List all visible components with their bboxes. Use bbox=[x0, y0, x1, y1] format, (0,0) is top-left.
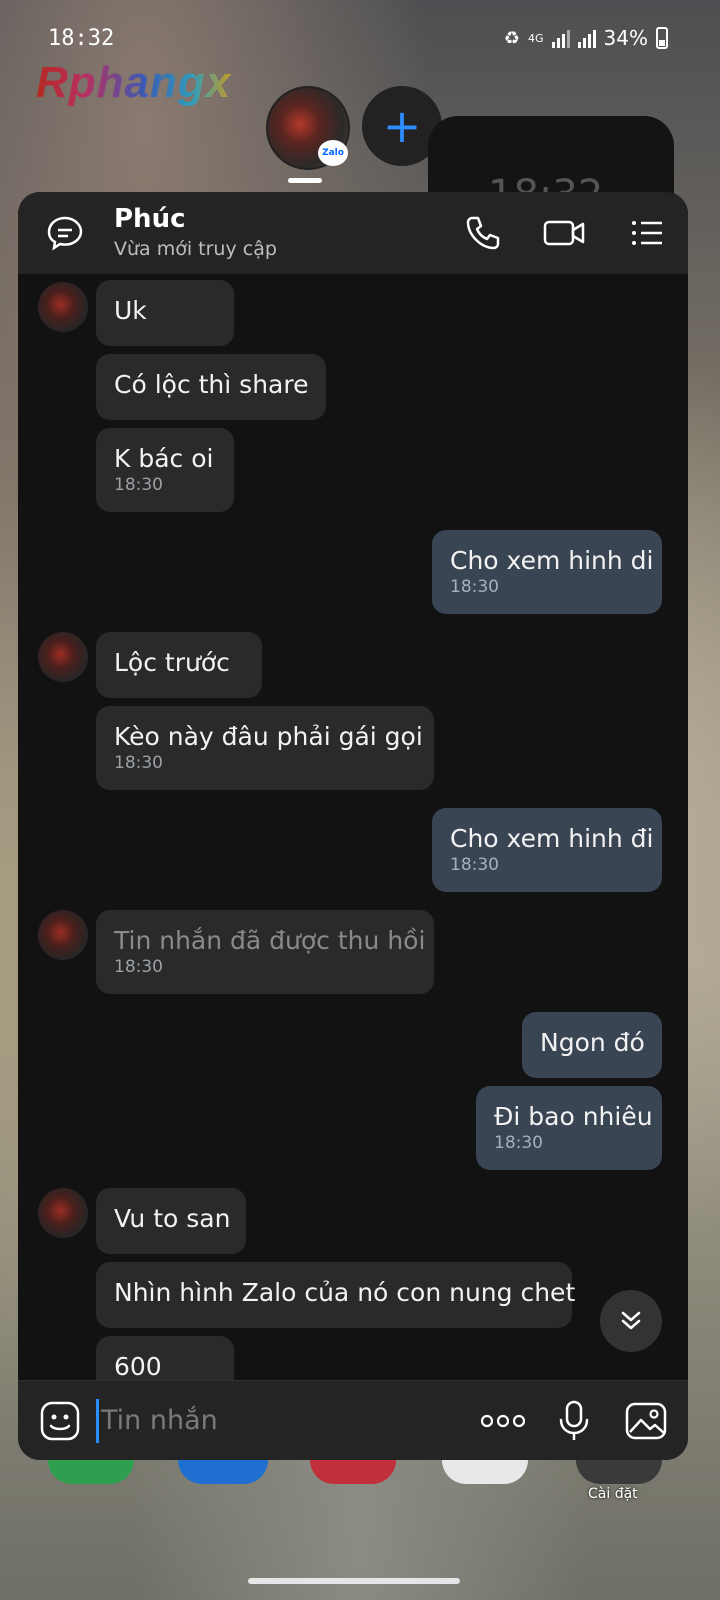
dock-app-peek-2 bbox=[178, 1460, 268, 1484]
message-input-bar: Tin nhắn bbox=[18, 1380, 688, 1460]
message-bubble[interactable]: K bác oi 18:30 bbox=[96, 428, 234, 512]
menu-list-icon[interactable] bbox=[624, 210, 670, 256]
message-time: 18:30 bbox=[450, 577, 499, 597]
message-text: Ngon đó bbox=[540, 1028, 645, 1057]
status-time: 18:32 bbox=[48, 26, 115, 51]
settings-app-label[interactable]: Cài đặt bbox=[588, 1486, 638, 1502]
contact-name[interactable]: Phúc bbox=[114, 204, 186, 234]
signal-icon bbox=[551, 28, 570, 48]
scroll-to-bottom-button[interactable] bbox=[600, 1290, 662, 1352]
message-text: Kèo này đâu phải gái gọi bbox=[114, 722, 423, 751]
message-text: Cho xem hinh di bbox=[450, 546, 654, 575]
dock-app-peek-5 bbox=[576, 1460, 662, 1484]
message-bubble[interactable]: Uk bbox=[96, 280, 234, 346]
recalled-message-bubble[interactable]: Tin nhắn đã được thu hồi 18:30 bbox=[96, 910, 434, 994]
recycle-icon: ♻ bbox=[503, 27, 521, 49]
message-bubble[interactable]: 600 bbox=[96, 1336, 234, 1380]
message-bubble[interactable]: Có lộc thì share bbox=[96, 354, 326, 420]
more-options-icon[interactable] bbox=[478, 1397, 528, 1445]
message-bubble[interactable]: Cho xem hinh di 18:30 bbox=[432, 530, 662, 614]
battery-icon bbox=[656, 27, 668, 49]
status-icons: ♻ 4G 34% bbox=[504, 26, 668, 50]
message-bubble[interactable]: Kèo này đâu phải gái gọi 18:30 bbox=[96, 706, 434, 790]
message-time: 18:30 bbox=[114, 753, 163, 773]
message-bubble[interactable]: Lộc trước bbox=[96, 632, 262, 698]
message-time: 18:30 bbox=[494, 1133, 543, 1153]
contact-avatar[interactable] bbox=[38, 632, 88, 682]
chat-window: Phúc Vừa mới truy cập Uk Có lộc thì shar… bbox=[18, 192, 688, 1460]
message-text: Cho xem hinh đi bbox=[450, 824, 654, 853]
message-bubble[interactable]: Nhìn hình Zalo của nó con nung chet bbox=[96, 1262, 576, 1328]
message-text: Nhìn hình Zalo của nó con nung chet bbox=[114, 1278, 576, 1307]
message-bubble[interactable]: Đi bao nhiêu 18:30 bbox=[476, 1086, 662, 1170]
message-time: 18:30 bbox=[114, 475, 163, 495]
message-time: 18:30 bbox=[114, 957, 163, 977]
status-bar: 18:32 ♻ 4G 34% bbox=[0, 22, 720, 58]
watermark-logo: Rphangx bbox=[36, 58, 232, 107]
message-text: Vu to san bbox=[114, 1204, 231, 1233]
dock-app-peek-4 bbox=[442, 1460, 528, 1484]
network-type: 4G bbox=[528, 31, 544, 45]
message-bubble[interactable]: Cho xem hinh đi 18:30 bbox=[432, 808, 662, 892]
image-gallery-icon[interactable] bbox=[622, 1397, 670, 1445]
message-text: K bác oi bbox=[114, 444, 214, 473]
message-bubble[interactable]: Vu to san bbox=[96, 1188, 246, 1254]
contact-avatar[interactable] bbox=[38, 282, 88, 332]
contact-avatar[interactable] bbox=[38, 910, 88, 960]
message-text: 600 bbox=[114, 1352, 162, 1380]
message-text: Lộc trước bbox=[114, 648, 230, 677]
microphone-icon[interactable] bbox=[550, 1397, 598, 1445]
double-chevron-down-icon bbox=[621, 1311, 641, 1330]
contact-status: Vừa mới truy cập bbox=[114, 238, 277, 260]
message-time: 18:30 bbox=[450, 855, 499, 875]
dock-app-peek-3 bbox=[310, 1460, 396, 1484]
active-bubble-indicator bbox=[288, 178, 322, 183]
message-list[interactable]: Uk Có lộc thì share K bác oi 18:30 Cho xe… bbox=[18, 274, 688, 1380]
signal-icon-2 bbox=[577, 28, 596, 48]
chat-list-icon[interactable] bbox=[42, 210, 88, 256]
message-text: Tin nhắn đã được thu hồi bbox=[114, 926, 426, 955]
message-text: Có lộc thì share bbox=[114, 370, 309, 399]
zalo-badge-icon: Zalo bbox=[318, 140, 348, 166]
message-bubble[interactable]: Ngon đó bbox=[522, 1012, 662, 1078]
home-indicator[interactable] bbox=[248, 1578, 460, 1584]
plus-icon: + bbox=[382, 99, 422, 153]
phone-call-icon[interactable] bbox=[460, 210, 506, 256]
emoji-sticker-icon[interactable] bbox=[36, 1397, 84, 1445]
message-text: Đi bao nhiêu bbox=[494, 1102, 653, 1131]
battery-percent: 34% bbox=[603, 26, 648, 50]
video-call-icon[interactable] bbox=[542, 210, 588, 256]
message-text: Uk bbox=[114, 296, 147, 325]
chat-header: Phúc Vừa mới truy cập bbox=[18, 192, 688, 274]
contact-avatar[interactable] bbox=[38, 1188, 88, 1238]
dock-app-peek-1 bbox=[48, 1460, 134, 1484]
message-input[interactable]: Tin nhắn bbox=[96, 1399, 461, 1443]
